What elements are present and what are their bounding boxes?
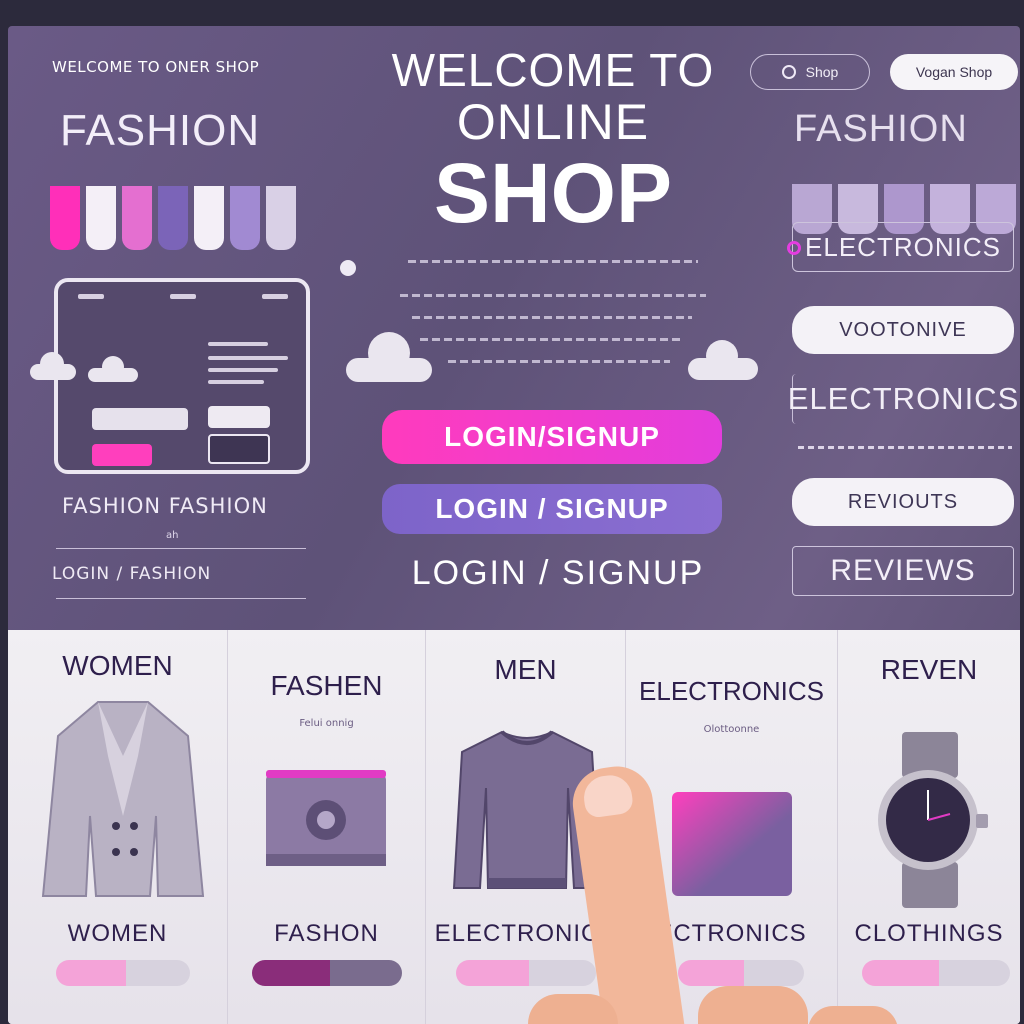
cloud-icon <box>30 352 76 380</box>
shop-pill-label: Shop <box>805 64 839 80</box>
fashion-fashion-label: FASHION FASHION <box>62 494 268 518</box>
watch-icon <box>878 732 988 908</box>
vogan-shop-label: Vogan Shop <box>915 64 993 80</box>
coat-icon <box>41 701 205 897</box>
login-signup-secondary-button[interactable]: LOGIN / SIGNUP <box>382 484 722 534</box>
category-subtitle: Felui onnig <box>299 718 354 729</box>
placeholder-text-line <box>420 338 684 341</box>
tablet-device-icon <box>672 792 792 896</box>
category-shop-bar[interactable] <box>862 960 1010 986</box>
category-title: REVEN <box>880 654 978 685</box>
welcome-small-text: WELCOME TO ONER SHOP <box>52 58 260 76</box>
category-card-women[interactable]: WOMEN WOMEN <box>8 630 228 1024</box>
placeholder-text-line <box>408 260 698 263</box>
category-title: ELECTRONICS <box>639 676 824 706</box>
hand-knuckle <box>528 994 618 1024</box>
category-shop-bar[interactable] <box>456 960 596 986</box>
hero-line-1: WELCOME TO <box>391 44 715 96</box>
placeholder-text-line <box>448 360 670 363</box>
shop-icon <box>781 65 796 79</box>
nav-vootonive-button[interactable]: VOOTONIVE <box>792 306 1014 354</box>
category-title: FASHEN <box>270 670 383 701</box>
cloud-icon <box>346 332 432 382</box>
hero-line-2: ONLINE <box>456 94 650 150</box>
nav-electronics-text[interactable]: ELECTRONICS <box>788 374 1018 424</box>
category-card-reven[interactable]: REVEN CLOTHINGS <box>838 630 1020 1024</box>
divider <box>56 598 306 599</box>
category-title: MEN <box>494 654 557 685</box>
cloud-icon <box>688 340 758 380</box>
nav-electronics-outline[interactable]: ELECTRONICS <box>787 222 1014 272</box>
shop-pill-button[interactable]: Shop <box>750 54 870 90</box>
bullet-dot <box>340 260 356 276</box>
cloud-icon <box>88 356 138 382</box>
hero-heading: WELCOME TO ONLINE SHOP <box>368 46 738 236</box>
vogan-shop-pill-button[interactable]: Vogan Shop <box>890 54 1018 90</box>
category-subtitle: Olottoonne <box>703 724 760 735</box>
nav-reviouts-button[interactable]: REVIOUTS <box>792 478 1014 526</box>
hero-line-3: SHOP <box>433 146 673 240</box>
category-bottom-label: FASHON <box>274 920 379 947</box>
placeholder-text-line <box>412 316 692 319</box>
tablet-topbar <box>78 294 288 299</box>
product-box-icon <box>266 770 386 866</box>
login-signup-primary-button[interactable]: LOGIN/SIGNUP <box>382 410 722 464</box>
radio-icon <box>787 241 801 255</box>
category-bottom-label: CLOTHINGS <box>854 920 1004 947</box>
awning-icon <box>50 186 296 250</box>
placeholder-text-line <box>400 294 706 297</box>
category-shop-bar[interactable] <box>56 960 190 986</box>
category-shop-bar[interactable] <box>678 960 804 986</box>
shop-mockup-canvas: WELCOME TO ONER SHOP FASHION FASHION FAS… <box>8 26 1020 1024</box>
divider <box>56 548 306 549</box>
nav-reviews-outline[interactable]: REVIEWS <box>792 546 1014 596</box>
category-shop-bar[interactable] <box>252 960 402 986</box>
login-fashion-link[interactable]: LOGIN / FASHION <box>52 564 211 584</box>
small-note: ah <box>166 530 179 541</box>
fashion-title-right: FASHION <box>794 108 968 150</box>
category-card-fashen[interactable]: FASHEN Felui onnig FASHON <box>228 630 426 1024</box>
category-bottom-label: WOMEN <box>67 920 168 947</box>
category-title: WOMEN <box>62 650 173 681</box>
hand-knuckle <box>698 986 808 1024</box>
login-signup-text-button[interactable]: LOGIN / SIGNUP <box>368 550 748 596</box>
hand-knuckle <box>808 1006 898 1024</box>
placeholder-text-line <box>798 446 1012 449</box>
fashion-title-left: FASHION <box>60 106 261 155</box>
nav-electronics-label: ELECTRONICS <box>805 231 1001 262</box>
category-shelf: WOMEN WOMEN FASHEN Felui onnig FASHON ME… <box>8 630 1020 1024</box>
